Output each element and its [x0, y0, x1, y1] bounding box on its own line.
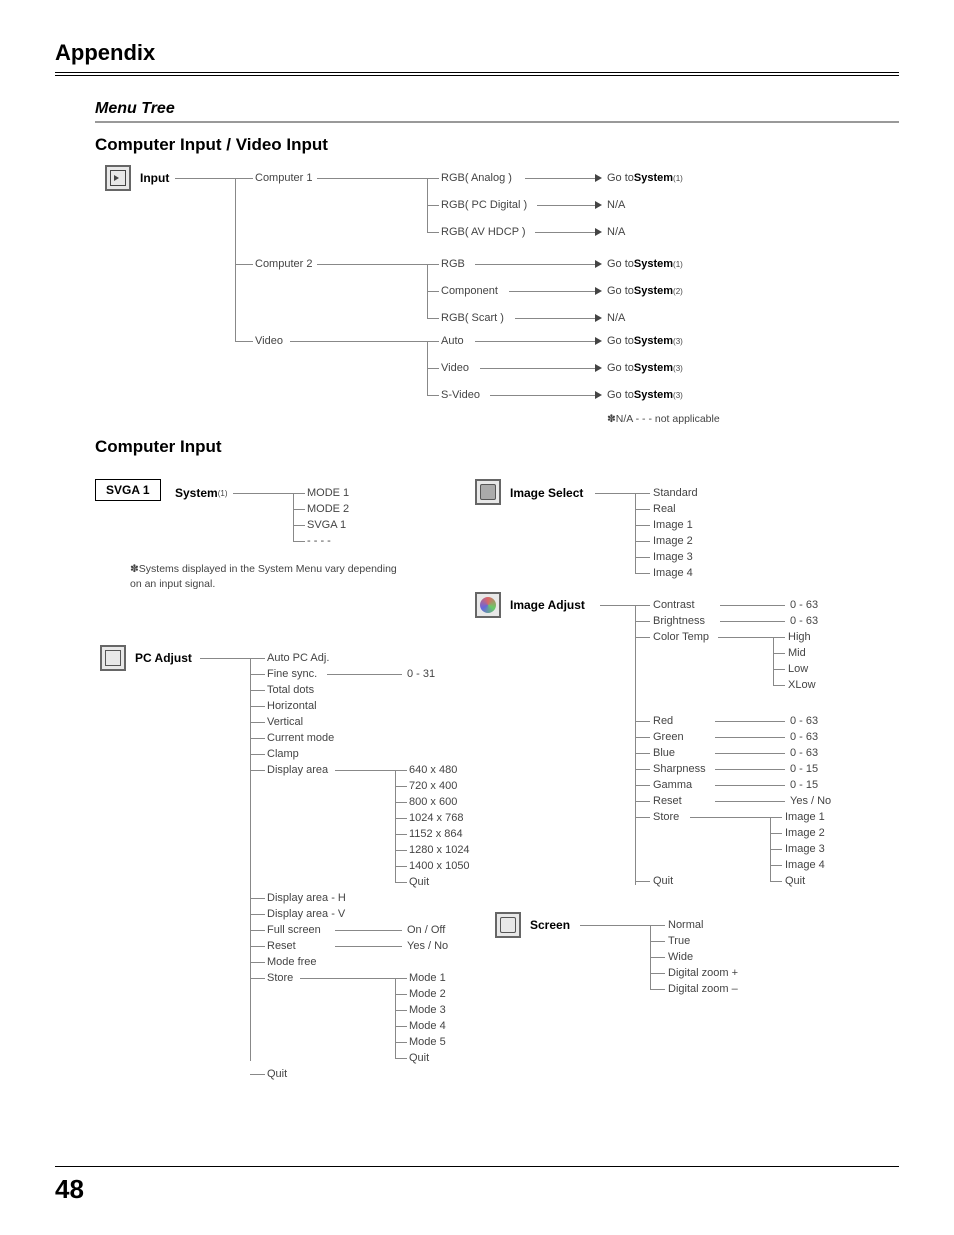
image-adjust-label: Image Adjust: [510, 596, 585, 614]
goto-system-2: Go to System (2): [607, 282, 683, 300]
rgb-c2: RGB: [441, 255, 465, 273]
component: Component: [441, 282, 498, 300]
pc-item-val: 0 - 31: [407, 665, 435, 683]
goto-system-1b: Go to System (1): [607, 255, 683, 273]
display-res: Quit: [409, 873, 429, 891]
screen-icon: [495, 912, 521, 938]
screen-item: Digital zoom –: [668, 980, 738, 998]
na-2: N/A: [607, 223, 625, 241]
input-label: Input: [140, 169, 169, 187]
section1-title: Computer Input / Video Input: [95, 135, 899, 155]
goto-system-3c: Go to System (3): [607, 386, 683, 404]
rgb-scart: RGB( Scart ): [441, 309, 504, 327]
store-image-item: Quit: [785, 872, 805, 890]
store-mode: Quit: [409, 1049, 429, 1067]
computer1-label: Computer 1: [255, 169, 312, 187]
computer2-label: Computer 2: [255, 255, 312, 273]
pc-adjust-icon: [100, 645, 126, 671]
image-select-icon: [475, 479, 501, 505]
rgb-pcd: RGB( PC Digital ): [441, 196, 527, 214]
goto-system-3a: Go to System (3): [607, 332, 683, 350]
goto-system-3b: Go to System (3): [607, 359, 683, 377]
menu-tree-heading: Menu Tree: [95, 100, 899, 123]
svga-badge: SVGA 1: [95, 479, 161, 501]
colortemp-item: XLow: [788, 676, 816, 694]
na-footnote: ✽N/A - - - not applicable: [607, 413, 720, 425]
rgb-av: RGB( AV HDCP ): [441, 223, 526, 241]
image-adjust-icon: [475, 592, 501, 618]
image-adj-item: Store: [653, 808, 679, 826]
pc-adjust-label: PC Adjust: [135, 649, 192, 667]
store: Store: [267, 969, 293, 987]
input-icon: [105, 165, 131, 191]
screen-label: Screen: [530, 916, 570, 934]
image-adj-item: Color Temp: [653, 628, 709, 646]
video-label: Video: [255, 332, 283, 350]
goto-system-1a: Go to System (1): [607, 169, 683, 187]
pc-item-val: Yes / No: [407, 937, 448, 955]
page-number: 48: [55, 1174, 84, 1205]
display-area: Display area: [267, 761, 328, 779]
page-header: Appendix: [55, 40, 899, 76]
image-select-item: Image 4: [653, 564, 693, 582]
section2-title: Computer Input: [95, 437, 899, 457]
na-1: N/A: [607, 196, 625, 214]
video-item: Video: [441, 359, 469, 377]
pc-quit: Quit: [267, 1065, 287, 1083]
system-item: - - - -: [307, 532, 331, 550]
system-note: ✽Systems displayed in the System Menu va…: [130, 562, 410, 591]
rgb-analog: RGB( Analog ): [441, 169, 512, 187]
svideo: S-Video: [441, 386, 480, 404]
system-label: System (1): [175, 484, 227, 502]
auto: Auto: [441, 332, 464, 350]
image-select-label: Image Select: [510, 484, 583, 502]
image-adj-quit: Quit: [653, 872, 673, 890]
na-3: N/A: [607, 309, 625, 327]
